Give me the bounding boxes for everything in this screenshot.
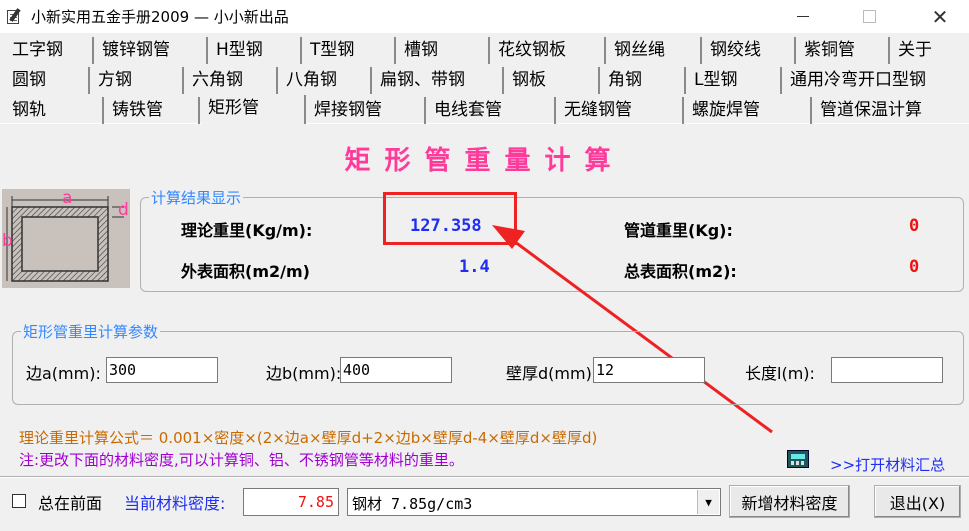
diagram-label-b: b bbox=[2, 231, 13, 251]
tab-cast-iron-pipe[interactable]: 铸铁管 bbox=[106, 97, 200, 124]
tab-spiral-welded-pipe[interactable]: 螺旋焊管 bbox=[686, 97, 812, 124]
diagram-label-d: d bbox=[118, 200, 129, 220]
tab-welded-pipe[interactable]: 焊接钢管 bbox=[308, 97, 426, 124]
surface-area-label: 外表面积(m2/m) bbox=[181, 262, 310, 281]
title-bar: 小新实用五金手册2009 — 小小新出品 ✕ bbox=[0, 0, 969, 33]
thickness-label: 壁厚d(mm) bbox=[506, 364, 592, 383]
side-a-label: 边a(mm): bbox=[26, 364, 101, 383]
tab-rectangular-tube[interactable]: 矩形管 bbox=[202, 95, 306, 124]
thickness-input[interactable]: 12 bbox=[593, 357, 705, 383]
always-on-top-checkbox[interactable] bbox=[12, 494, 26, 508]
side-b-input[interactable]: 400 bbox=[340, 357, 452, 383]
total-area-label: 总表面积(m2): bbox=[624, 262, 737, 281]
tab-round-steel[interactable]: 圆钢 bbox=[6, 67, 90, 94]
tab-rail[interactable]: 钢轨 bbox=[6, 97, 104, 124]
tab-channel-steel[interactable]: 槽钢 bbox=[398, 37, 490, 64]
diagram-label-a: a bbox=[62, 189, 72, 208]
maximize-button[interactable] bbox=[846, 0, 892, 33]
notepad-app-icon bbox=[5, 7, 23, 26]
tab-about[interactable]: 关于 bbox=[892, 37, 962, 64]
tab-row-3: 钢轨 铸铁管 矩形管 焊接钢管 电线套管 无缝钢管 螺旋焊管 管道保温计算 bbox=[0, 95, 969, 124]
density-label: 当前材料密度: bbox=[124, 494, 226, 513]
total-area-value: 0 bbox=[909, 257, 920, 277]
tube-cross-section-icon: a b d bbox=[2, 188, 129, 282]
chevron-down-icon[interactable]: ▼ bbox=[697, 490, 719, 514]
tab-square-steel[interactable]: 方钢 bbox=[92, 67, 184, 94]
tab-checker-plate[interactable]: 花纹钢板 bbox=[492, 37, 606, 64]
tab-steel-plate[interactable]: 钢板 bbox=[506, 67, 600, 94]
add-density-button[interactable]: 新增材料密度 bbox=[729, 485, 850, 518]
tab-seamless-pipe[interactable]: 无缝钢管 bbox=[558, 97, 684, 124]
length-label: 长度l(m): bbox=[745, 364, 815, 383]
length-input[interactable] bbox=[831, 357, 943, 383]
minimize-button[interactable] bbox=[780, 0, 826, 33]
tab-octagon-steel[interactable]: 八角钢 bbox=[280, 67, 372, 94]
density-input[interactable]: 7.85 bbox=[243, 488, 339, 516]
open-material-summary-link[interactable]: >>打开材料汇总 bbox=[830, 454, 945, 475]
tab-t-beam[interactable]: T型钢 bbox=[304, 37, 396, 64]
formula-text: 理论重里计算公式＝ 0.001×密度×(2×边a×壁厚d+2×边b×壁厚d-4×… bbox=[19, 429, 598, 447]
close-button[interactable]: ✕ bbox=[917, 0, 963, 33]
tab-galvanized-pipe[interactable]: 镀锌钢管 bbox=[96, 37, 208, 64]
tab-i-beam[interactable]: 工字钢 bbox=[6, 37, 94, 64]
rectangular-tube-diagram: a b d bbox=[2, 188, 130, 288]
surface-area-value: 1.4 bbox=[459, 257, 490, 277]
theory-weight-label: 理论重里(Kg/m): bbox=[181, 221, 313, 240]
pipe-weight-value: 0 bbox=[909, 216, 920, 236]
bottom-divider bbox=[0, 476, 969, 478]
window-title: 小新实用五金手册2009 — 小小新出品 bbox=[31, 8, 289, 26]
tab-flat-steel[interactable]: 扁钢、带钢 bbox=[374, 67, 504, 94]
tab-wire-rope[interactable]: 钢丝绳 bbox=[608, 37, 702, 64]
pipe-weight-label: 管道重里(Kg): bbox=[624, 221, 733, 240]
material-select-value: 钢材 7.85g/cm3 bbox=[352, 495, 473, 513]
tab-conduit[interactable]: 电线套管 bbox=[428, 97, 556, 124]
results-legend: 计算结果显示 bbox=[149, 187, 244, 208]
tab-strand[interactable]: 钢绞线 bbox=[704, 37, 796, 64]
tab-angle-steel[interactable]: 角钢 bbox=[602, 67, 686, 94]
params-legend: 矩形管重里计算参数 bbox=[21, 321, 161, 342]
note-text: 注:更改下面的材料密度,可以计算铜、铝、不锈钢管等材料的重里。 bbox=[19, 451, 464, 469]
tab-hexagon-steel[interactable]: 六角钢 bbox=[186, 67, 278, 94]
tab-cold-formed-steel[interactable]: 通用冷弯开口型钢 bbox=[784, 67, 964, 94]
tab-h-beam[interactable]: H型钢 bbox=[210, 37, 302, 64]
page-heading: 矩形管重量计算 bbox=[344, 146, 625, 176]
calculator-icon[interactable] bbox=[787, 450, 809, 468]
tab-l-beam[interactable]: L型钢 bbox=[688, 67, 782, 94]
side-a-input[interactable]: 300 bbox=[106, 357, 218, 383]
tab-row-1: 工字钢 镀锌钢管 H型钢 T型钢 槽钢 花纹钢板 钢丝绳 钢绞线 紫铜管 关于 bbox=[0, 37, 969, 64]
tab-row-2: 圆钢 方钢 六角钢 八角钢 扁钢、带钢 钢板 角钢 L型钢 通用冷弯开口型钢 bbox=[0, 67, 969, 94]
material-select[interactable]: 钢材 7.85g/cm3 ▼ bbox=[347, 488, 721, 516]
annotation-highlight-box bbox=[383, 192, 517, 245]
exit-button[interactable]: 退出(X) bbox=[874, 485, 961, 518]
side-b-label: 边b(mm): bbox=[266, 364, 342, 383]
tab-pipe-insulation[interactable]: 管道保温计算 bbox=[814, 97, 964, 124]
always-on-top-label[interactable]: 总在前面 bbox=[38, 490, 102, 514]
tab-copper-pipe[interactable]: 紫铜管 bbox=[798, 37, 890, 64]
